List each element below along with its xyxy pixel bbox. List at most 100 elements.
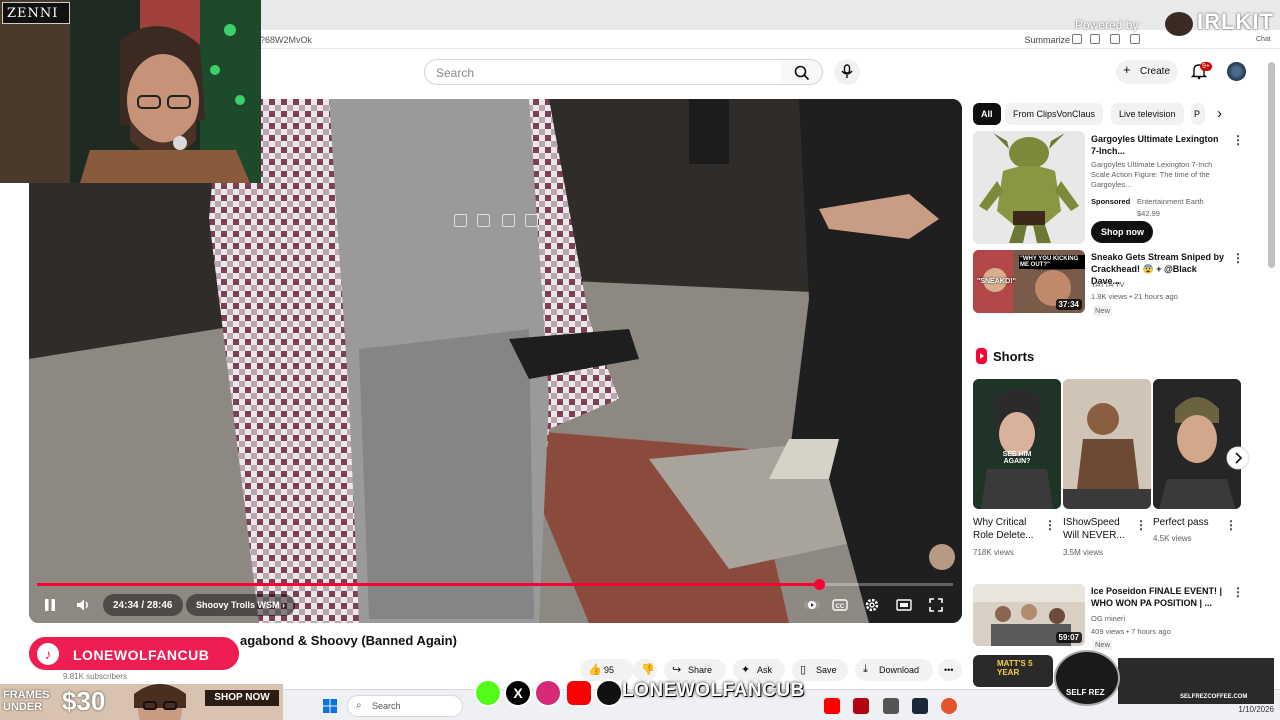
url-text[interactable]: ?68W2MvOk	[260, 35, 312, 45]
video-meta: 409 views • 7 hours ago	[1091, 627, 1171, 636]
video-thumbnail[interactable]: 59:07	[973, 584, 1085, 646]
chat-label[interactable]: Chat	[1256, 36, 1271, 43]
chip-all[interactable]: All	[973, 103, 1001, 125]
youtube-app-icon[interactable]	[824, 698, 840, 714]
picture-in-picture-icon[interactable]	[454, 214, 467, 227]
voice-search-button[interactable]	[834, 59, 860, 85]
video-title[interactable]: Ice Poseidon FINALE EVENT! | WHO WON PA …	[1091, 585, 1226, 609]
theater-mode-icon[interactable]	[895, 596, 913, 614]
save-label: Save	[816, 665, 837, 675]
ask-label: Ask	[757, 665, 773, 675]
progress-bar[interactable]	[37, 579, 953, 590]
ad-title[interactable]: Gargoyles Ultimate Lexington 7-Inch...	[1091, 133, 1226, 157]
notes-icon[interactable]	[502, 214, 515, 227]
short-title[interactable]: IShowSpeed Will NEVER...	[1063, 516, 1131, 542]
short-thumbnail[interactable]	[1153, 379, 1241, 509]
search-button[interactable]	[781, 59, 823, 85]
share-icon: ↪	[672, 664, 682, 676]
steam-app-icon[interactable]	[912, 698, 928, 714]
taskbar-search-placeholder: Search	[372, 701, 401, 711]
create-label: Create	[1140, 66, 1171, 77]
shop-now-button[interactable]: Shop now	[1091, 221, 1153, 243]
bookmark-icon: ▯	[800, 664, 807, 676]
summarize-button[interactable]: Summarize	[1024, 35, 1070, 45]
download-button[interactable]: ⤓ Download	[855, 659, 933, 681]
ad-menu-icon[interactable]: ⋮	[1232, 133, 1244, 147]
short-image	[973, 379, 1061, 509]
refresh-icon[interactable]	[1110, 34, 1120, 44]
firefox-app-icon[interactable]	[941, 698, 957, 714]
streamer-webcam-image	[0, 0, 261, 183]
short-views: 4.5K views	[1153, 534, 1192, 543]
screenshot-icon[interactable]	[477, 214, 490, 227]
chapter-button[interactable]: Shoovy Trolls WSM ›	[186, 594, 296, 616]
chevron-right-icon[interactable]	[1226, 446, 1250, 470]
zenni-ad-banner: FRAMES UNDER $30 SHOP NOW	[0, 684, 283, 720]
account-avatar[interactable]	[1227, 62, 1246, 81]
time-display: 24:34 / 28:46	[103, 594, 183, 616]
taskbar-search[interactable]: ⌕ Search	[347, 695, 463, 717]
chapter-label: Shoovy Trolls WSM	[196, 600, 280, 610]
volume-icon[interactable]	[74, 596, 92, 614]
settings-gear-icon[interactable]	[863, 596, 881, 614]
short-title[interactable]: Why Critical Role Delete...	[973, 516, 1039, 542]
svg-text:CC: CC	[836, 604, 845, 610]
search-input[interactable]: Search	[424, 59, 782, 85]
ad-thumbnail[interactable]	[973, 131, 1085, 244]
ad-text: FRAMES UNDER	[3, 689, 50, 713]
create-button[interactable]: + Create	[1116, 60, 1178, 84]
video-duration: 37:34	[1055, 299, 1082, 310]
short-menu-icon[interactable]: ⋮	[1225, 518, 1237, 532]
channel-name[interactable]: YATTA TV	[1091, 280, 1125, 290]
download-icon: ⤓	[863, 663, 868, 675]
translate-icon[interactable]	[525, 214, 538, 227]
extension-icon[interactable]	[1072, 34, 1082, 44]
youtube-icon	[565, 679, 593, 707]
video-thumbnail[interactable]: "WHY YOU KICKING ME OUT?" "SNEAKO!" 37:3…	[973, 250, 1085, 313]
short-caption: SEE HIM AGAIN?	[1002, 451, 1032, 465]
kick-icon	[474, 679, 502, 707]
ad-shop-now: SHOP NOW	[205, 690, 279, 706]
windows-start-icon[interactable]	[323, 699, 337, 713]
short-menu-icon[interactable]: ⋮	[1044, 518, 1056, 532]
chevron-right-icon[interactable]: ›	[1217, 105, 1222, 122]
captions-icon[interactable]: CC	[831, 596, 849, 614]
taskbar-date: 1/10/2026	[1238, 705, 1274, 714]
selfrez-url: SELFREZCOFFEE.COM	[1180, 694, 1248, 700]
ad-sponsored-label: Sponsored	[1091, 197, 1131, 206]
more-actions-button[interactable]: •••	[938, 659, 962, 681]
ad-description: Gargoyles Ultimate Lexington 7-Inch Scal…	[1091, 160, 1213, 189]
chip-partial[interactable]: P	[1191, 103, 1205, 125]
video-menu-icon[interactable]: ⋮	[1232, 251, 1244, 265]
instagram-icon	[534, 679, 562, 707]
chip-from-channel[interactable]: From ClipsVonClaus	[1005, 103, 1104, 125]
netflix-app-icon[interactable]	[853, 698, 869, 714]
bookmark-icon[interactable]	[1090, 34, 1100, 44]
video-thumbnail[interactable]: MATT'S 5 YEAR	[973, 655, 1053, 687]
pause-icon[interactable]	[41, 596, 59, 614]
new-badge: New	[1093, 640, 1113, 650]
tiktok-handle: LONEWOLFANCUB	[73, 647, 210, 663]
chip-live-television[interactable]: Live television	[1111, 103, 1184, 125]
tiktok-handle-badge: ♪ LONEWOLFANCUB	[26, 634, 242, 673]
search-icon: ⌕	[356, 700, 362, 711]
channel-name[interactable]: OG mineri	[1091, 614, 1125, 624]
ad-model-image	[134, 684, 186, 720]
download-icon[interactable]	[1130, 34, 1140, 44]
short-thumbnail[interactable]	[1063, 379, 1151, 509]
fullscreen-icon[interactable]	[927, 596, 945, 614]
plus-icon: +	[1123, 62, 1131, 77]
app-icon[interactable]	[883, 698, 899, 714]
video-menu-icon[interactable]: ⋮	[1232, 585, 1244, 599]
shorts-icon	[976, 348, 987, 364]
video-meta: 1.8K views • 21 hours ago	[1091, 292, 1178, 301]
thumbs-down-icon: 👎	[641, 664, 655, 676]
short-title[interactable]: Perfect pass	[1153, 516, 1223, 529]
selfrez-coffee-logo: SELF REZ	[1054, 650, 1120, 706]
short-thumbnail[interactable]: SEE HIM AGAIN?	[973, 379, 1061, 509]
scrollbar[interactable]	[1268, 62, 1275, 268]
short-menu-icon[interactable]: ⋮	[1135, 518, 1147, 532]
tiktok-icon	[595, 679, 623, 707]
autoplay-toggle-icon[interactable]	[803, 596, 821, 614]
address-bar[interactable]: ?68W2MvOk Summarize	[255, 31, 1280, 49]
